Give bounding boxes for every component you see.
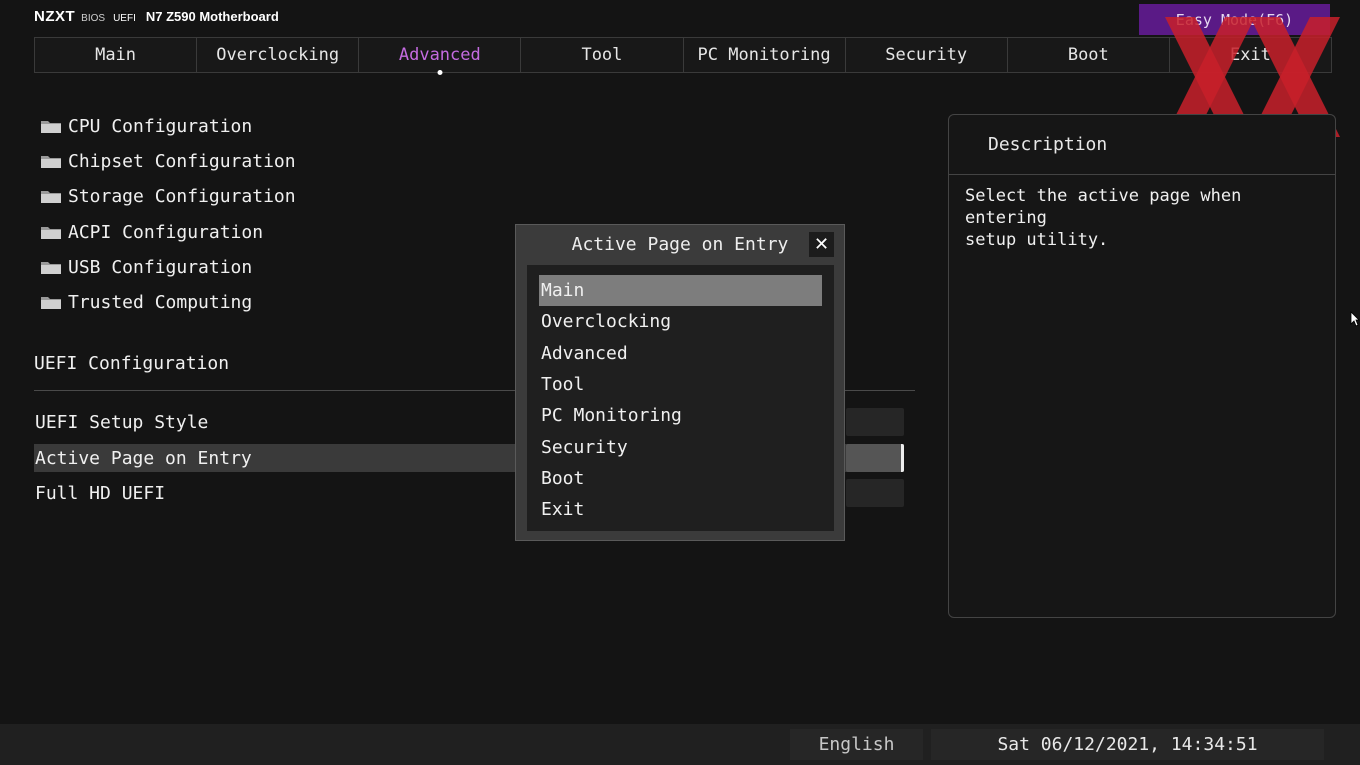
popup-option-pc-monitoring[interactable]: PC Monitoring [539, 400, 822, 431]
uefi-label: UEFI [113, 13, 136, 24]
popup-option-list: Main Overclocking Advanced Tool PC Monit… [527, 265, 834, 531]
tab-security[interactable]: Security [846, 38, 1008, 72]
tab-tool[interactable]: Tool [521, 38, 684, 72]
footer-bar: English Sat 06/12/2021, 14:34:51 [0, 724, 1360, 765]
option-value-field[interactable] [846, 408, 904, 436]
option-label: UEFI Setup Style [35, 411, 209, 433]
folder-item-acpi-configuration[interactable]: ACPI Configuration [40, 218, 263, 246]
popup-title: Active Page on Entry [571, 233, 789, 255]
option-value-field[interactable] [846, 444, 904, 472]
folder-label: Trusted Computing [68, 291, 253, 313]
description-line-1: Select the active page when entering [965, 186, 1242, 228]
description-line-2: setup utility. [965, 230, 1109, 250]
bios-label: BIOS [81, 13, 106, 24]
folder-item-chipset-configuration[interactable]: Chipset Configuration [40, 147, 296, 175]
option-value-field[interactable] [846, 479, 904, 507]
folder-item-cpu-configuration[interactable]: CPU Configuration [40, 112, 252, 140]
nzxt-logo: NZXT [34, 8, 76, 25]
folder-icon [41, 262, 61, 274]
popup-option-security[interactable]: Security [539, 431, 822, 462]
language-selector[interactable]: English [790, 729, 923, 760]
popup-option-advanced[interactable]: Advanced [539, 338, 822, 369]
folder-label: Chipset Configuration [68, 150, 296, 172]
description-title: Description [949, 115, 1335, 175]
mouse-cursor-icon [1350, 311, 1360, 327]
folder-icon [41, 121, 61, 133]
folder-item-trusted-computing[interactable]: Trusted Computing [40, 288, 252, 316]
folder-icon [41, 156, 61, 168]
popup-option-overclocking[interactable]: Overclocking [539, 306, 822, 337]
folder-icon [41, 227, 61, 239]
main-tab-bar: Main Overclocking Advanced Tool PC Monit… [34, 37, 1332, 73]
motherboard-model: N7 Z590 Motherboard [145, 9, 279, 24]
description-panel: Description Select the active page when … [948, 114, 1336, 618]
option-label: Full HD UEFI [35, 482, 166, 504]
folder-label: Storage Configuration [68, 185, 296, 207]
close-icon[interactable]: ✕ [809, 232, 834, 257]
tab-overclocking[interactable]: Overclocking [197, 38, 360, 72]
tab-pc-monitoring[interactable]: PC Monitoring [684, 38, 846, 72]
folder-label: CPU Configuration [68, 115, 253, 137]
tab-advanced[interactable]: Advanced [359, 38, 522, 72]
uefi-configuration-heading: UEFI Configuration [34, 353, 230, 374]
popup-option-tool[interactable]: Tool [539, 369, 822, 400]
option-label: Active Page on Entry [35, 447, 252, 469]
folder-icon [41, 191, 61, 203]
folder-item-usb-configuration[interactable]: USB Configuration [40, 253, 252, 281]
active-page-popup: Active Page on Entry ✕ Main Overclocking… [515, 224, 845, 541]
folder-label: USB Configuration [68, 256, 253, 278]
popup-option-main[interactable]: Main [539, 275, 822, 307]
popup-option-exit[interactable]: Exit [539, 494, 822, 525]
tab-boot[interactable]: Boot [1008, 38, 1170, 72]
folder-icon [41, 297, 61, 309]
brand-header: NZXT BIOS UEFI N7 Z590 Motherboard [34, 8, 279, 25]
description-text: Select the active page when entering set… [949, 175, 1335, 261]
tab-main[interactable]: Main [35, 38, 198, 72]
folder-item-storage-configuration[interactable]: Storage Configuration [40, 182, 296, 210]
folder-label: ACPI Configuration [68, 221, 264, 243]
popup-option-boot[interactable]: Boot [539, 463, 822, 494]
datetime-display: Sat 06/12/2021, 14:34:51 [931, 729, 1324, 760]
